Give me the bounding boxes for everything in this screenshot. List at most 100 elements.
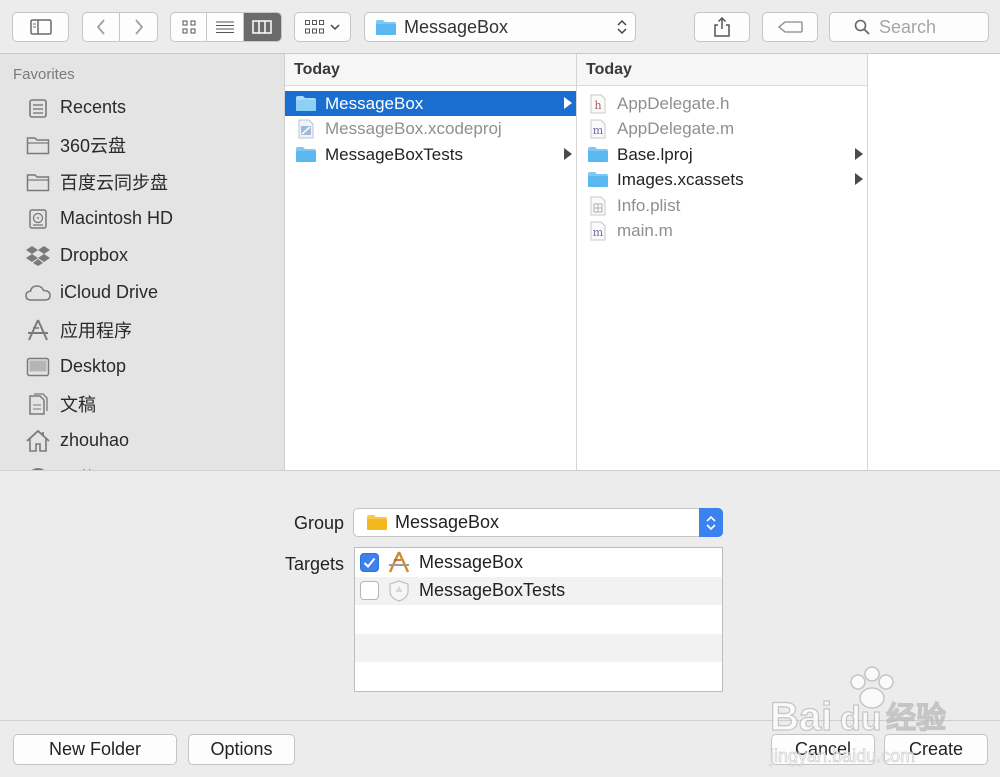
target-checkbox[interactable] [360,552,379,572]
location-label: MessageBox [404,16,509,37]
disclosure-arrow-icon [564,148,572,160]
recents-icon [25,95,51,121]
folder-icon [25,169,51,195]
sidebar-item-home[interactable]: zhouhao [0,422,284,459]
sidebar-item-label: Desktop [60,356,127,376]
svg-text:h: h [594,99,601,112]
home-icon [25,428,51,454]
empty-row [355,605,722,634]
folder-icon [587,170,609,190]
grid-icon [182,20,196,34]
options-panel: Group MessageBox Targets MessageBox Mess… [0,470,1000,720]
history-navigation [82,12,158,42]
targets-label: Targets [284,554,344,574]
file-row-appdelegate-m[interactable]: m AppDelegate.m [577,116,867,141]
search-placeholder: Search [879,16,937,37]
file-row-messagebox[interactable]: MessageBox [285,91,576,116]
up-down-arrows-icon [617,19,627,35]
column-header: Today [577,54,867,86]
columns-icon [252,20,273,34]
sidebar-item-label: iCloud Drive [60,282,159,302]
search-field[interactable]: Search [829,12,989,42]
disclosure-arrow-icon [855,148,863,160]
m-file-icon: m [587,119,609,139]
documents-icon [25,391,51,417]
folder-icon [367,515,387,530]
sidebar-item-label: 文稿 [60,394,96,415]
file-row-base-lproj[interactable]: Base.lproj [577,142,867,167]
arrange-button[interactable] [294,12,351,42]
create-button[interactable]: Create [884,734,988,765]
plist-file-icon [587,196,609,216]
new-folder-button[interactable]: New Folder [13,734,177,765]
file-row-appdelegate-h[interactable]: h AppDelegate.h [577,91,867,116]
m-file-icon: m [587,221,609,241]
sidebar-item-360-cloud[interactable]: 360云盘 [0,126,284,163]
xcodeproj-icon [295,119,317,139]
sidebar-item-applications[interactable]: 应用程序 [0,311,284,348]
file-row-images-xcassets[interactable]: Images.xcassets [577,167,867,192]
sidebar-item-label: Macintosh HD [60,208,174,228]
sidebar-item-dropbox[interactable]: Dropbox [0,237,284,274]
file-name: Base.lproj [617,144,693,164]
target-checkbox[interactable] [360,581,379,601]
column-view-button[interactable] [243,13,281,41]
folder-icon [376,19,396,35]
toolbar: MessageBox Search [0,0,1000,54]
sidebar-item-icloud-drive[interactable]: iCloud Drive [0,274,284,311]
file-row-xcodeproj[interactable]: MessageBox.xcodeproj [285,116,576,141]
file-row-messageboxtests[interactable]: MessageBoxTests [285,142,576,167]
list-view-button[interactable] [207,13,244,41]
sidebar: Favorites Recents 360云盘 百度云同步盘 Macintosh… [0,54,285,470]
target-name: MessageBoxTests [419,580,566,601]
app-target-icon [387,550,411,574]
sidebar-item-macintosh-hd[interactable]: Macintosh HD [0,200,284,237]
forward-button[interactable] [120,13,157,41]
file-name: MessageBoxTests [325,144,463,164]
column-header: Today [285,54,576,86]
header-file-icon: h [587,94,609,114]
group-value: MessageBox [395,512,500,532]
folder-icon [587,145,609,165]
file-row-main-m[interactable]: m main.m [577,218,867,243]
share-icon [714,17,730,37]
target-row-messagebox: MessageBox [355,548,722,577]
sidebar-item-label: 百度云同步盘 [60,172,168,193]
location-popup[interactable]: MessageBox [364,12,636,42]
sidebar-item-label: Dropbox [60,245,129,265]
sidebar-item-downloads[interactable]: 下载 [0,459,284,470]
file-name: Info.plist [617,195,681,215]
cancel-button[interactable]: Cancel [771,734,875,765]
sidebar-item-desktop[interactable]: Desktop [0,348,284,385]
hard-drive-icon [25,206,51,232]
sidebar-item-documents[interactable]: 文稿 [0,385,284,422]
list-icon [216,21,235,33]
tags-button[interactable] [762,12,818,42]
share-button[interactable] [694,12,750,42]
sidebar-item-recents[interactable]: Recents [0,89,284,126]
sidebar-item-label: 360云盘 [60,135,127,156]
options-button[interactable]: Options [188,734,295,765]
checkmark-icon [363,557,376,568]
bottom-bar: New Folder Options Cancel Create [0,720,1000,777]
test-target-icon [387,579,411,603]
target-name: MessageBox [419,551,524,572]
sidebar-item-baidu-sync[interactable]: 百度云同步盘 [0,163,284,200]
group-popup[interactable]: MessageBox [353,508,723,537]
arrange-grid-icon [305,20,324,34]
browser-column-1: Today MessageBox MessageBox.xcodeproj Me… [285,54,577,470]
file-row-info-plist[interactable]: Info.plist [577,193,867,218]
search-icon [854,19,870,35]
tag-icon [777,21,803,33]
sidebar-toggle-button[interactable] [12,12,69,42]
target-row-messageboxtests: MessageBoxTests [355,576,722,606]
targets-list: MessageBox MessageBoxTests [354,547,723,692]
back-button[interactable] [83,13,121,41]
disclosure-arrow-icon [564,97,572,109]
up-down-arrows-icon [699,508,723,537]
folder-icon [295,94,317,114]
icon-view-button[interactable] [171,13,208,41]
disclosure-arrow-icon [855,173,863,185]
sidebar-item-label: 应用程序 [60,320,132,341]
file-name: Images.xcassets [617,169,744,189]
